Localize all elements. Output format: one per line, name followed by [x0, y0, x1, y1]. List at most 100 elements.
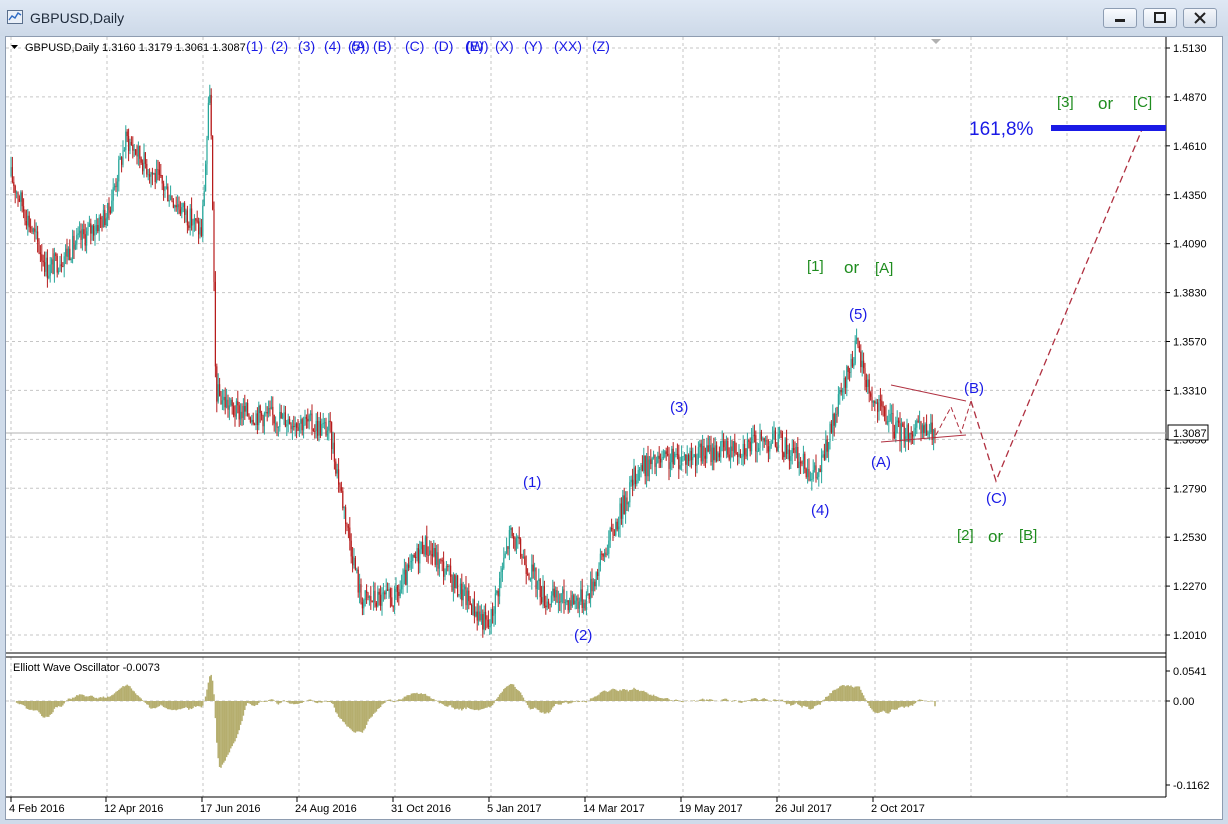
wave-tool-label[interactable]: (A)	[351, 38, 370, 54]
candle-body	[868, 379, 870, 394]
candle-body	[237, 401, 239, 406]
candle-body	[240, 411, 242, 420]
wave-2-label: (2)	[574, 627, 592, 644]
candle-body	[38, 241, 40, 253]
candle-body	[564, 602, 566, 604]
candle-body	[413, 554, 415, 557]
candle-body	[213, 209, 215, 282]
candle-body	[317, 420, 319, 436]
price-tick-label: 1.2790	[1173, 483, 1207, 495]
candle-body	[598, 565, 600, 577]
candle-body	[489, 625, 491, 627]
close-button[interactable]	[1183, 8, 1217, 28]
candle-body	[206, 137, 208, 165]
candle-body	[808, 469, 810, 481]
candle-body	[518, 537, 520, 539]
candle-body	[823, 454, 825, 460]
restore-button[interactable]	[1143, 8, 1177, 28]
wave-tool-label[interactable]: (Y)	[524, 38, 543, 54]
candle-body	[821, 455, 823, 473]
candle-body	[69, 248, 71, 261]
wave-tool-label[interactable]: (C)	[405, 38, 424, 54]
candle-body	[398, 591, 400, 596]
candle-body	[706, 445, 708, 459]
candle-body	[471, 604, 473, 615]
candle-body	[30, 227, 32, 229]
candle-body	[497, 590, 499, 597]
candle-body	[615, 521, 617, 536]
candle-body	[781, 433, 783, 453]
candle-body	[464, 586, 466, 590]
wave-tool-label[interactable]: (Z)	[592, 38, 610, 54]
candle-body	[283, 412, 285, 415]
candle-body	[207, 102, 209, 138]
candle-body	[94, 230, 96, 236]
candle-body	[507, 546, 509, 550]
candle-body	[196, 220, 198, 222]
candle-body	[168, 200, 170, 202]
candle-body	[212, 135, 214, 210]
candle-body	[409, 562, 411, 568]
candle-body	[769, 446, 771, 452]
candle-body	[717, 453, 719, 462]
candle-body	[566, 600, 568, 603]
candle-body	[528, 574, 530, 580]
candle-body	[273, 414, 275, 424]
wave-major-A-label: [A]	[875, 260, 893, 277]
candle-body	[745, 454, 747, 457]
wave-tool-label[interactable]: (X)	[495, 38, 514, 54]
candle-body	[905, 436, 907, 442]
candle-body	[35, 231, 37, 233]
wave-tool-label[interactable]: (3)	[298, 38, 315, 54]
candle-body	[188, 225, 190, 228]
title-bar[interactable]: GBPUSD,Daily	[0, 0, 1228, 36]
candle-body	[520, 538, 522, 557]
wave-label-toolbar[interactable]: (1) (2) (3) (4) (5)(A) (B) (C) (D) (E)(W) (X) (Y)(…	[246, 38, 610, 54]
candle-body	[210, 94, 212, 136]
candle-body	[301, 419, 303, 431]
candle-body	[32, 228, 34, 232]
candle-body	[636, 480, 638, 484]
candle-body	[651, 458, 653, 465]
candle-body	[77, 233, 79, 235]
projection-path[interactable]	[970, 126, 1144, 483]
candle-body	[535, 567, 537, 590]
candle-body	[389, 588, 391, 598]
wave-tool-label[interactable]: (4)	[324, 38, 341, 54]
minimize-button[interactable]	[1103, 8, 1137, 28]
candle-body	[690, 450, 692, 461]
candle-body	[585, 594, 587, 610]
wave-tool-label[interactable]: (B)	[373, 38, 392, 54]
shift-marker-icon[interactable]	[931, 39, 941, 44]
candle-body	[678, 454, 680, 469]
date-tick-label: 26 Jul 2017	[775, 803, 832, 815]
candle-body	[543, 585, 545, 606]
candle-body	[186, 210, 188, 226]
candle-body	[877, 402, 879, 412]
candle-body	[56, 256, 58, 273]
candle-body	[72, 235, 74, 259]
wave-tool-label[interactable]: (XX)	[554, 38, 582, 54]
candle-body	[700, 443, 702, 462]
wave-tool-label[interactable]: (W)	[466, 38, 489, 54]
candle-body	[444, 573, 446, 577]
wave-tool-label[interactable]: (1)	[246, 38, 263, 54]
candle-body	[347, 526, 349, 528]
candle-body	[794, 450, 796, 453]
candle-body	[63, 256, 65, 267]
candle-body	[676, 453, 678, 455]
candle-body	[816, 476, 818, 479]
candle-body	[891, 413, 893, 415]
candle-body	[268, 408, 270, 414]
chart-area[interactable]: 1.5130 1.4870 1.4610 1.4350 1.4090 1.3830 1.35…	[5, 36, 1223, 820]
candle-body	[534, 567, 536, 572]
wave-tool-label[interactable]: (D)	[434, 38, 453, 54]
candle-body	[359, 584, 361, 593]
candle-body	[923, 425, 925, 433]
chart-canvas[interactable]: 1.5130 1.4870 1.4610 1.4350 1.4090 1.3830 1.35…	[6, 37, 1222, 819]
candle-body	[251, 419, 253, 423]
fib-target-line[interactable]	[1051, 125, 1166, 131]
candle-body	[814, 465, 816, 470]
wave-tool-label[interactable]: (2)	[271, 38, 288, 54]
candle-body	[563, 589, 565, 604]
